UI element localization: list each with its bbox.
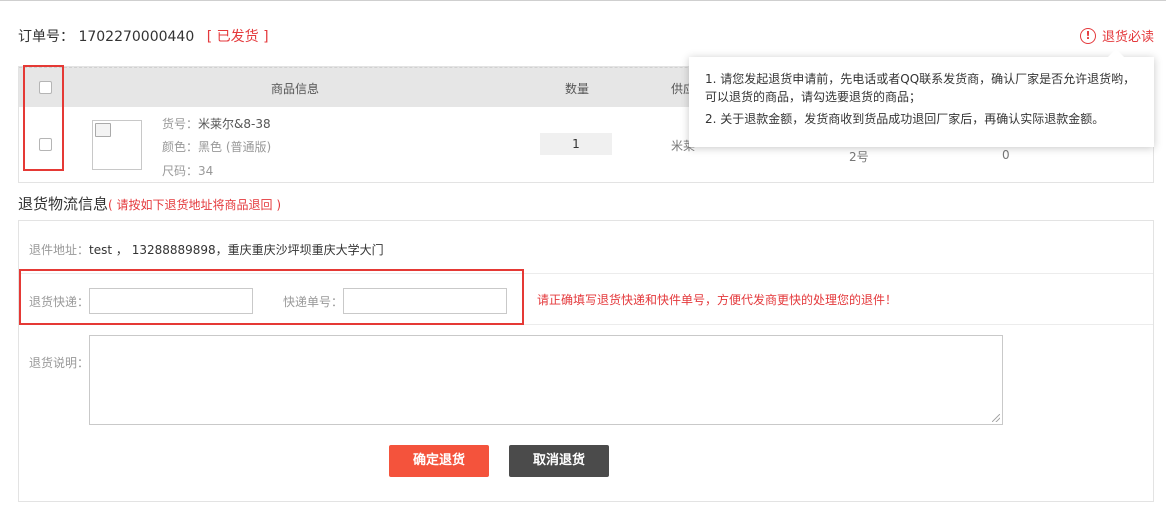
order-number-label: 订单号：	[18, 29, 74, 45]
product-sku: 货号：米莱尔&8-38	[162, 115, 271, 132]
confirm-return-button[interactable]: 确定退货	[389, 445, 489, 477]
sku-value: 米莱尔&8-38	[198, 117, 271, 131]
cancel-return-button[interactable]: 取消退货	[509, 445, 609, 477]
return-notice-link[interactable]: ! 退货必读	[1079, 26, 1154, 45]
product-color: 颜色：黑色 (普通版)	[162, 138, 271, 155]
product-size: 尺码：34	[162, 162, 213, 179]
address-value: test ， 13288889898，重庆重庆沙坪坝重庆大学大门	[89, 243, 384, 257]
sku-label: 货号：	[162, 117, 199, 131]
checkbox-column-highlight	[23, 65, 64, 171]
address-label: 退件地址：	[29, 243, 90, 257]
col-quantity: 数量	[565, 82, 590, 96]
notice-line-1: 1. 请您发起退货申请前，先电话或者QQ联系发货商，确认厂家是否允许退货哟，	[705, 72, 1136, 86]
address-row: 退件地址：test ， 13288889898，重庆重庆沙坪坝重庆大学大门	[19, 221, 1153, 274]
note-label: 退货说明：	[29, 356, 90, 370]
order-status-badge: [ 已发货 ]	[206, 29, 269, 45]
row-cell-5: 2号	[849, 150, 869, 164]
express-inputs-highlight	[19, 269, 524, 325]
quantity-value: 1	[540, 133, 612, 155]
color-value: 黑色 (普通版)	[198, 140, 272, 154]
express-error-hint: 请正确填写退货快递和快件单号，方便代发商更快的处理您的退件！	[537, 293, 898, 307]
product-thumbnail[interactable]	[92, 120, 142, 170]
logistics-hint: ( 请按如下退货地址将商品退回 )	[108, 198, 282, 212]
return-address: 退件地址：test ， 13288889898，重庆重庆沙坪坝重庆大学大门	[29, 241, 384, 258]
logistics-section-title: 退货物流信息( 请按如下退货地址将商品退回 )	[18, 193, 281, 214]
top-divider	[0, 0, 1166, 4]
order-number: 1702270000440	[78, 29, 195, 45]
return-note-textarea[interactable]	[89, 335, 1003, 425]
alert-circle-icon: !	[1079, 27, 1096, 44]
notice-line-3: 2. 关于退款金额，发货商收到货品成功退回厂家后，再确认实际退款金额。	[705, 112, 1105, 126]
return-notice-label: 退货必读	[1101, 30, 1154, 45]
size-value: 34	[198, 164, 214, 178]
return-notice-popup: 1. 请您发起退货申请前，先电话或者QQ联系发货商，确认厂家是否允许退货哟， 可…	[689, 49, 1154, 147]
notice-line-2: 可以退货的商品，请勾选要退货的商品；	[705, 90, 922, 104]
logistics-title: 退货物流信息	[18, 195, 109, 213]
color-label: 颜色：	[162, 140, 199, 154]
order-info: 订单号： 1702270000440 [ 已发货 ]	[18, 26, 269, 46]
row-cell-6: 0	[1002, 148, 1010, 162]
col-goods-info: 商品信息	[271, 82, 320, 96]
return-form: 退件地址：test ， 13288889898，重庆重庆沙坪坝重庆大学大门 退货…	[18, 220, 1154, 502]
size-label: 尺码：	[162, 164, 199, 178]
